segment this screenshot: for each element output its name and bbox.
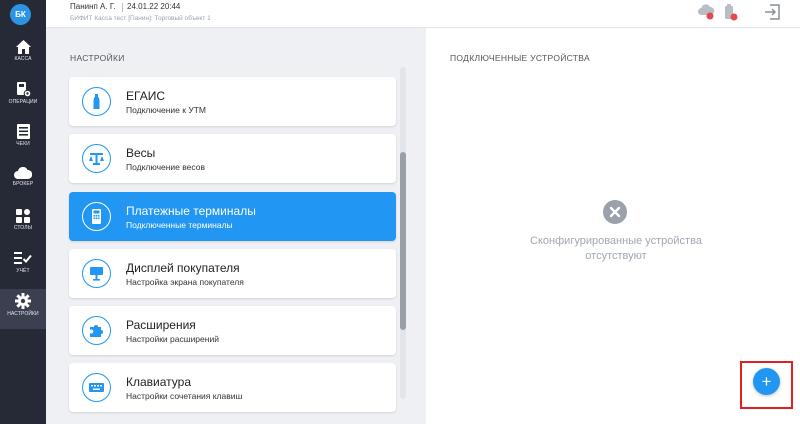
sidebar-item-label: БРОКЕР <box>12 181 34 187</box>
sidebar-item-label: ОПЕРАЦИИ <box>8 99 38 105</box>
store-subtitle: БИФИТ Касса тест [Панин]: Торговый объек… <box>70 15 211 22</box>
empty-state-line: отсутствуют <box>585 250 647 262</box>
puzzle-icon <box>82 316 111 345</box>
sidebar-item-label: КАССА <box>14 56 32 62</box>
settings-scrollbar[interactable] <box>400 67 406 399</box>
settings-item-title: ЕГАИС <box>126 89 165 103</box>
settings-item-subtitle: Настройка экрана покупателя <box>126 277 244 287</box>
sidebar-item-label: ЧЕКИ <box>16 141 30 147</box>
bottle-icon <box>82 87 111 116</box>
sidebar-item-kassa[interactable]: КАССА <box>0 36 46 76</box>
settings-item-egais[interactable]: ЕГАИС Подключение к УТМ <box>69 77 396 126</box>
settings-item-title: Платежные терминалы <box>126 204 256 218</box>
sidebar: БК КАССА ОПЕРАЦИИ ЧЕКИ БРОКЕР СТОЛЫ УЧЁТ… <box>0 0 46 424</box>
empty-state-text: Сконфигурированные устройства отсутствую… <box>506 234 726 264</box>
home-icon <box>15 40 31 54</box>
cloud-icon <box>14 167 32 179</box>
sidebar-item-receipts[interactable]: ЧЕКИ <box>0 120 46 160</box>
sidebar-item-tables[interactable]: СТОЛЫ <box>0 205 46 245</box>
settings-icon <box>15 293 31 309</box>
user-name: Панинп А. Г. <box>70 2 116 11</box>
settings-item-subtitle: Настройки сочетания клавиш <box>126 391 243 401</box>
settings-item-title: Клавиатура <box>126 375 191 389</box>
terminal-icon <box>82 202 111 231</box>
sidebar-item-broker[interactable]: БРОКЕР <box>0 163 46 203</box>
sidebar-item-label: СТОЛЫ <box>13 225 33 231</box>
scales-icon <box>82 144 111 173</box>
settings-item-title: Весы <box>126 146 156 160</box>
sidebar-item-accounting[interactable]: УЧЁТ <box>0 247 46 287</box>
sidebar-item-settings[interactable]: НАСТРОЙКИ <box>0 289 46 329</box>
settings-item-scales[interactable]: Весы Подключение весов <box>69 134 396 183</box>
header-datetime: 24.01.22 20:44 <box>127 2 181 11</box>
settings-item-subtitle: Настройки расширений <box>126 334 219 344</box>
settings-item-title: Дисплей покупателя <box>126 261 240 275</box>
receipts-icon <box>16 124 30 139</box>
tables-icon <box>16 209 30 223</box>
sidebar-item-operations[interactable]: ОПЕРАЦИИ <box>0 78 46 118</box>
top-header: Панинп А. Г. 24.01.22 20:44 БИФИТ Касса … <box>46 0 800 28</box>
devices-title: ПОДКЛЮЧЕННЫЕ УСТРОЙСТВА <box>450 53 590 63</box>
empty-state-line: Сконфигурированные устройства <box>530 235 702 247</box>
avatar[interactable]: БК <box>10 4 31 25</box>
settings-item-subtitle: Подключение к УТМ <box>126 105 207 115</box>
sidebar-item-label: УЧЁТ <box>16 268 30 274</box>
header-divider <box>122 3 123 12</box>
add-device-button[interactable]: + <box>753 368 780 395</box>
settings-title: НАСТРОЙКИ <box>70 53 125 63</box>
settings-item-extensions[interactable]: Расширения Настройки расширений <box>69 306 396 355</box>
settings-item-payment-terminals[interactable]: Платежные терминалы Подключенные термина… <box>69 192 396 241</box>
keyboard-icon <box>82 373 111 402</box>
settings-item-subtitle: Подключение весов <box>126 162 205 172</box>
operations-icon <box>16 82 31 97</box>
settings-item-subtitle: Подключенные терминалы <box>126 220 233 230</box>
battery-status-icon[interactable] <box>724 4 740 22</box>
settings-item-keyboard[interactable]: Клавиатура Настройки сочетания клавиш <box>69 363 396 412</box>
devices-panel: ПОДКЛЮЧЕННЫЕ УСТРОЙСТВА Сконфигурированн… <box>426 28 800 424</box>
logout-icon[interactable] <box>764 4 780 20</box>
settings-item-title: Расширения <box>126 318 196 332</box>
cloud-status-icon[interactable] <box>698 4 716 20</box>
accounting-icon <box>14 252 32 264</box>
settings-panel: НАСТРОЙКИ ЕГАИС Подключение к УТМ Весы П… <box>46 28 426 424</box>
close-circle-icon <box>603 200 627 224</box>
settings-item-customer-display[interactable]: Дисплей покупателя Настройка экрана поку… <box>69 249 396 298</box>
sidebar-item-label: НАСТРОЙКИ <box>7 311 39 317</box>
scrollbar-thumb[interactable] <box>400 152 406 330</box>
display-icon <box>82 259 111 288</box>
